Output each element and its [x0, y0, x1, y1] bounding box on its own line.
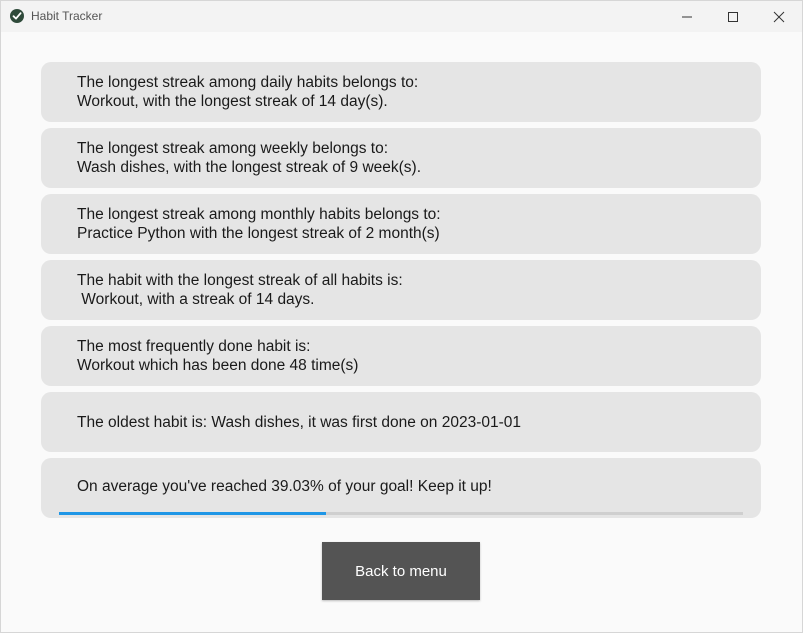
main-content: The longest streak among daily habits be… [1, 32, 802, 632]
oldest-habit-card: The oldest habit is: Wash dishes, it was… [41, 392, 761, 452]
daily-streak-card: The longest streak among daily habits be… [41, 62, 761, 122]
weekly-streak-detail: Wash dishes, with the longest streak of … [77, 159, 422, 176]
minimize-button[interactable] [664, 1, 710, 32]
average-goal-card: On average you've reached 39.03% of your… [41, 458, 761, 518]
overall-streak-card: The habit with the longest streak of all… [41, 260, 761, 320]
close-icon [773, 11, 785, 22]
maximize-button[interactable] [710, 1, 756, 32]
average-goal-text: On average you've reached 39.03% of your… [77, 478, 492, 495]
daily-streak-heading: The longest streak among daily habits be… [77, 74, 419, 91]
daily-streak-detail: Workout, with the longest streak of 14 d… [77, 93, 388, 110]
goal-progress-fill [59, 512, 326, 515]
close-button[interactable] [756, 1, 802, 32]
most-frequent-detail: Workout which has been done 48 time(s) [77, 357, 359, 374]
monthly-streak-card: The longest streak among monthly habits … [41, 194, 761, 254]
most-frequent-heading: The most frequently done habit is: [77, 338, 311, 355]
oldest-habit-text: The oldest habit is: Wash dishes, it was… [77, 413, 521, 431]
back-to-menu-button[interactable]: Back to menu [322, 542, 480, 600]
goal-progress-bar [59, 512, 743, 515]
monthly-streak-heading: The longest streak among monthly habits … [77, 206, 441, 223]
most-frequent-card: The most frequently done habit is: Worko… [41, 326, 761, 386]
weekly-streak-heading: The longest streak among weekly belongs … [77, 140, 389, 157]
weekly-streak-card: The longest streak among weekly belongs … [41, 128, 761, 188]
minimize-icon [682, 16, 692, 17]
app-window: Habit Tracker The longest streak among d… [0, 0, 803, 633]
checkmark-icon [10, 9, 24, 23]
overall-streak-detail: Workout, with a streak of 14 days. [77, 291, 315, 308]
monthly-streak-detail: Practice Python with the longest streak … [77, 225, 440, 242]
window-title: Habit Tracker [31, 9, 103, 23]
overall-streak-heading: The habit with the longest streak of all… [77, 272, 403, 289]
title-bar: Habit Tracker [1, 1, 802, 32]
maximize-icon [728, 11, 738, 22]
